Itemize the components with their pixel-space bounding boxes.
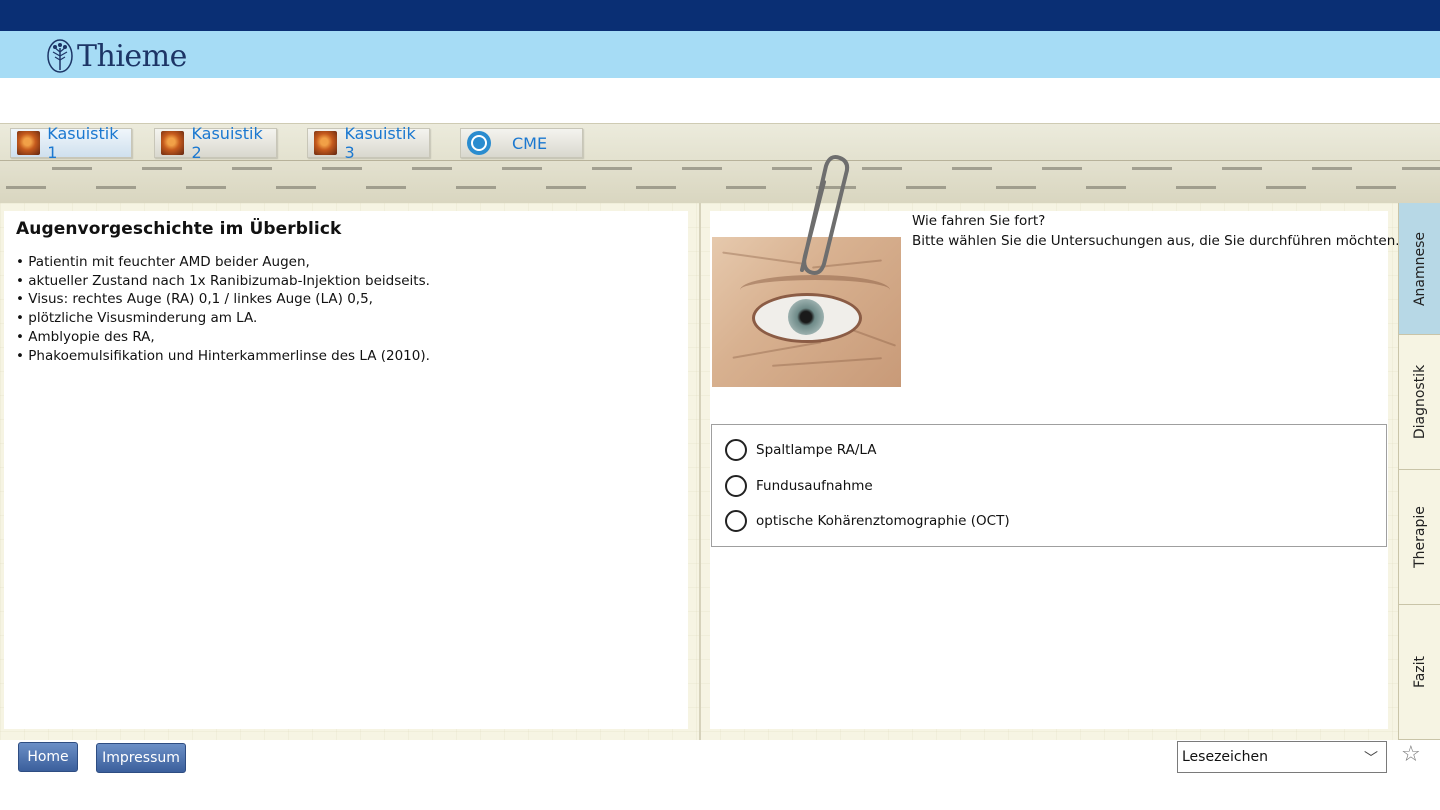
list-item: Patientin mit feuchter AMD beider Augen, [16,253,676,272]
side-tab-diagnostik[interactable]: Diagnostik [1398,335,1440,470]
list-item: plötzliche Visusminderung am LA. [16,309,676,328]
option-oct[interactable]: optische Kohärenztomographie (OCT) [725,510,1010,532]
option-label: optische Kohärenztomographie (OCT) [756,513,1010,529]
tab-cme[interactable]: CME [460,128,583,158]
question-text: Wie fahren Sie fort? Bitte wählen Sie di… [912,212,1400,251]
exam-options: Spaltlampe RA/LA Fundusaufnahme optische… [711,424,1387,547]
list-item: aktueller Zustand nach 1x Ranibizumab-In… [16,272,676,291]
side-tab-therapie[interactable]: Therapie [1398,470,1440,605]
paperclip-icon [800,155,850,275]
home-button[interactable]: Home [18,742,78,772]
option-label: Spaltlampe RA/LA [756,442,877,458]
tab-kasuistik-3[interactable]: Kasuistik 3 [307,124,430,162]
fundus-thumbnail-icon [161,131,185,155]
tab-label: Kasuistik 3 [344,124,416,162]
side-tab-fazit[interactable]: Fazit [1398,605,1440,740]
cme-icon [467,131,491,155]
radio-button[interactable] [725,475,747,497]
panel-divider [699,203,701,740]
history-list: Patientin mit feuchter AMD beider Augen,… [16,253,676,365]
side-tab-anamnese[interactable]: Anamnese [1398,203,1440,335]
tab-label: Kasuistik 2 [191,124,263,162]
side-tab-label: Therapie [1411,506,1428,568]
option-label: Fundusaufnahme [756,478,873,494]
question-line: Wie fahren Sie fort? [912,213,1046,229]
star-outline-icon[interactable]: ☆ [1401,744,1421,766]
bookmark-select-value: Lesezeichen [1182,749,1268,765]
list-item: Amblyopie des RA, [16,328,676,347]
brand-bar [0,31,1440,78]
side-navigation: Anamnese Diagnostik Therapie Fazit [1398,203,1440,740]
tree-emblem-icon [47,39,73,73]
radio-button[interactable] [725,510,747,532]
history-panel: Augenvorgeschichte im Überblick Patienti… [4,211,688,729]
tab-label: Kasuistik 1 [47,124,119,162]
question-line: Bitte wählen Sie die Untersuchungen aus,… [912,232,1400,249]
side-tab-label: Fazit [1411,655,1428,689]
thieme-logo[interactable]: Thieme [46,36,187,76]
tab-kasuistik-2[interactable]: Kasuistik 2 [154,124,277,162]
impressum-button[interactable]: Impressum [96,743,186,773]
logo-text: Thieme [77,38,187,74]
tab-label: CME [512,133,548,153]
chevron-down-icon: ﹀ [1364,751,1378,767]
fundus-thumbnail-icon [17,131,41,155]
decorative-stitching [52,167,1440,170]
tab-kasuistik-1[interactable]: Kasuistik 1 [10,124,132,162]
top-bar [0,0,1440,31]
option-fundusaufnahme[interactable]: Fundusaufnahme [725,475,873,497]
fundus-thumbnail-icon [314,131,338,155]
side-tab-label: Diagnostik [1411,364,1428,440]
bookmark-select[interactable]: Lesezeichen ﹀ [1177,741,1387,773]
side-tab-label: Anamnese [1411,231,1428,306]
decorative-stitching [6,186,1440,189]
list-item: Visus: rechtes Auge (RA) 0,1 / linkes Au… [16,290,676,309]
history-title: Augenvorgeschichte im Überblick [16,219,342,239]
option-spaltlampe[interactable]: Spaltlampe RA/LA [725,439,876,461]
list-item: Phakoemulsifikation und Hinterkammerlins… [16,347,676,366]
radio-button[interactable] [725,439,747,461]
